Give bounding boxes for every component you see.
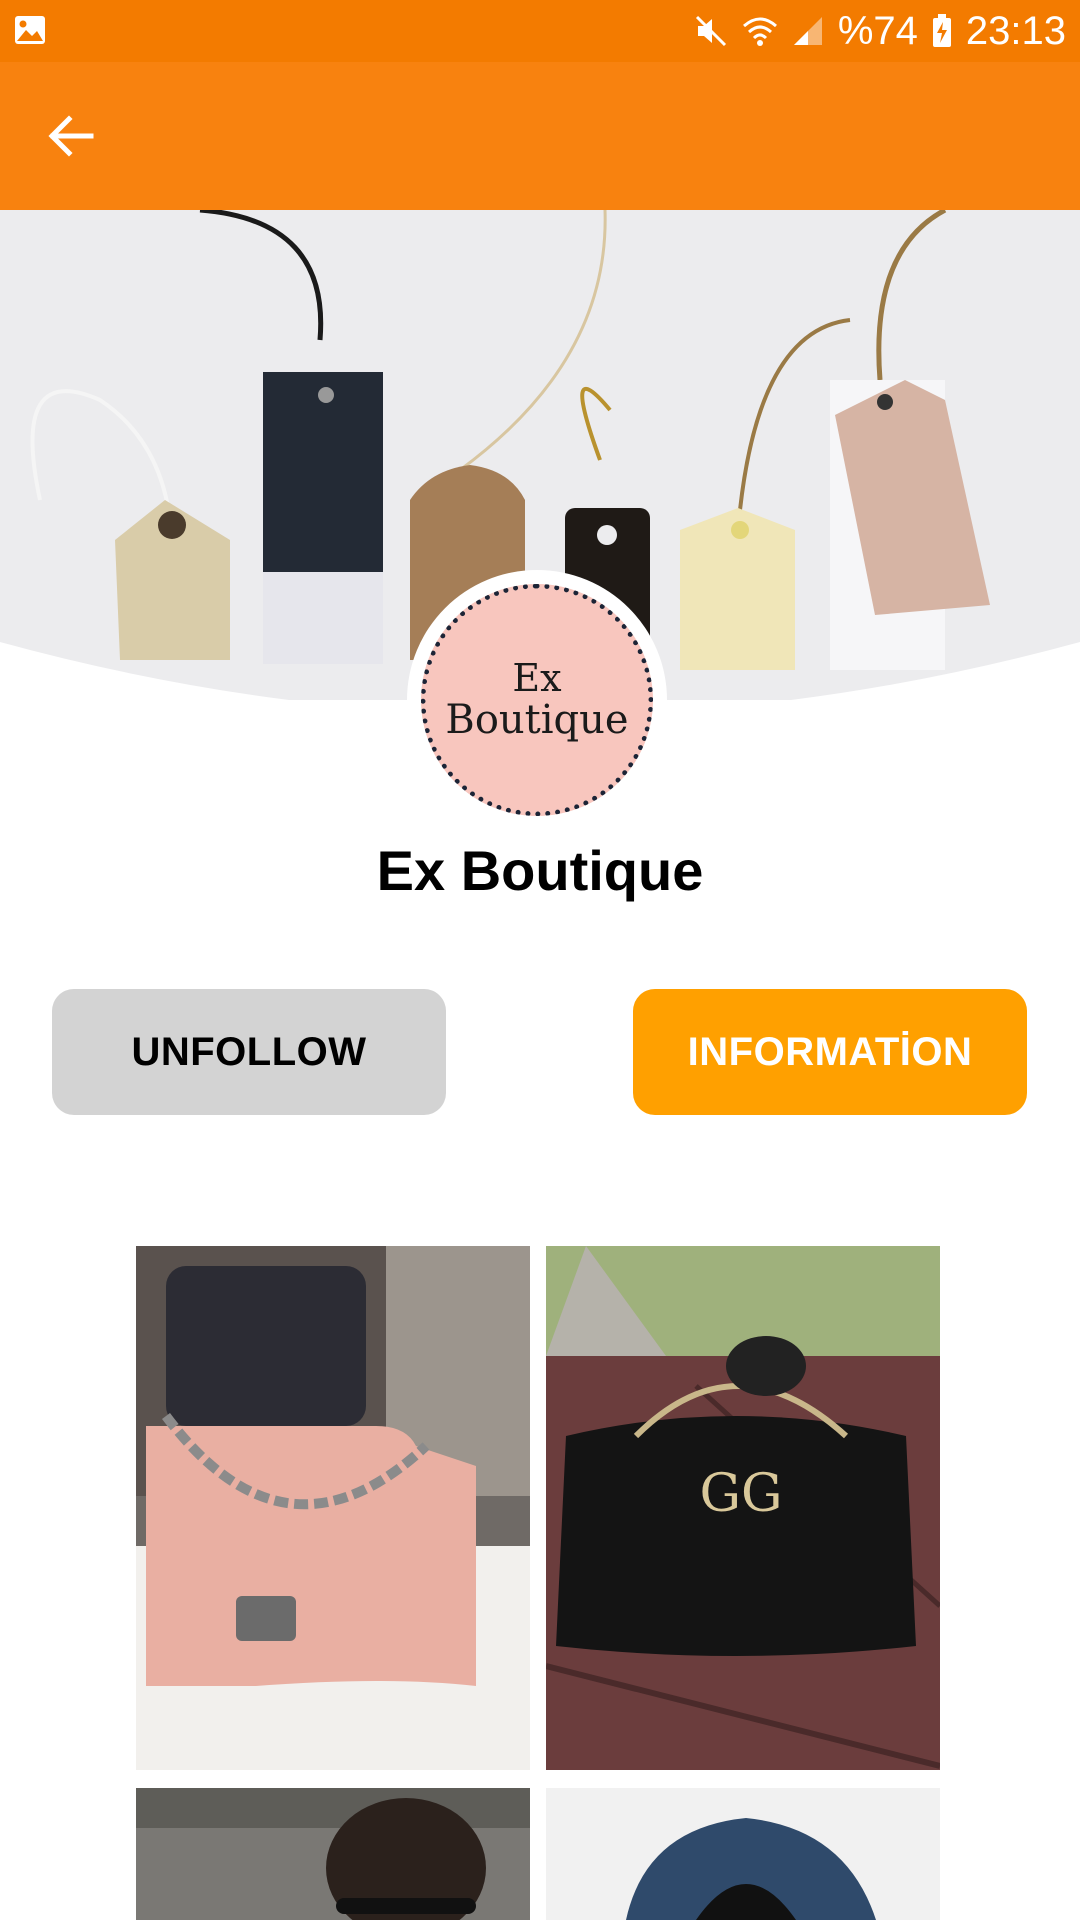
gallery-icon xyxy=(14,15,46,45)
product-image[interactable] xyxy=(136,1788,530,1920)
battery-charging-icon xyxy=(932,14,952,48)
store-name: Ex Boutique xyxy=(376,839,704,902)
unfollow-button[interactable]: UNFOLLOW xyxy=(52,989,446,1115)
svg-text:GG: GG xyxy=(699,1464,782,1524)
product-image[interactable]: GG xyxy=(546,1246,940,1770)
information-button[interactable]: INFORMATİON xyxy=(633,989,1027,1115)
wifi-icon xyxy=(742,14,778,48)
store-logo: Ex Boutique xyxy=(407,570,667,830)
product-image[interactable] xyxy=(546,1788,940,1920)
mute-icon xyxy=(694,14,728,48)
battery-label: %74 xyxy=(837,8,918,53)
signal-icon xyxy=(792,15,824,47)
clock: 23:13 xyxy=(965,8,1066,53)
logo-text-line1: Ex xyxy=(512,656,562,701)
app-bar xyxy=(0,62,1080,210)
logo-text-line2: Boutique xyxy=(445,696,629,743)
arrow-left-icon[interactable] xyxy=(36,106,106,166)
product-image[interactable] xyxy=(136,1246,530,1770)
status-bar: %74 23:13 xyxy=(0,0,1080,62)
